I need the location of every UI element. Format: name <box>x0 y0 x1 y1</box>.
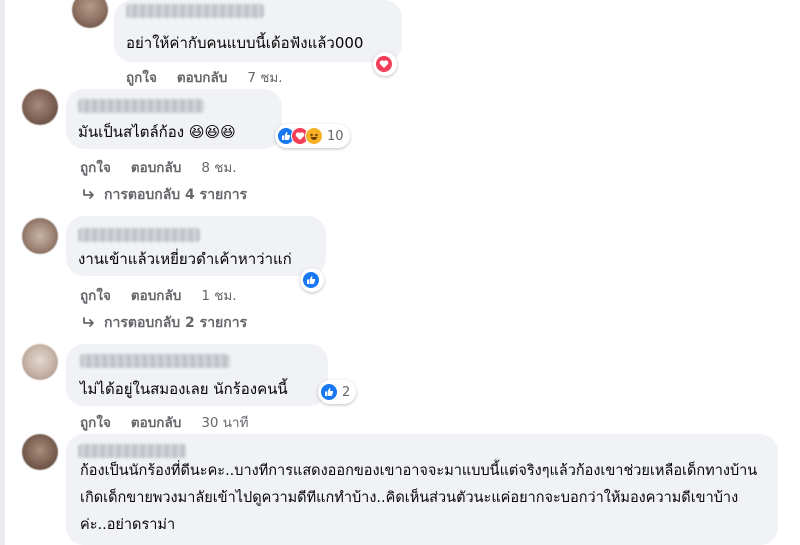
reaction-summary[interactable]: 2 <box>318 380 357 404</box>
comment-actions: ถูกใจ ตอบกลับ 8 ชม. <box>80 156 237 178</box>
reaction-count: 10 <box>327 128 344 144</box>
love-icon <box>375 55 393 73</box>
reply-button[interactable]: ตอบกลับ <box>131 411 181 433</box>
commenter-name-blurred[interactable] <box>126 4 264 18</box>
avatar[interactable] <box>22 434 58 470</box>
avatar[interactable] <box>22 218 58 254</box>
comment-timestamp[interactable]: 30 นาที <box>201 411 248 433</box>
reaction-count: 2 <box>342 384 351 400</box>
like-button[interactable]: ถูกใจ <box>80 411 111 433</box>
comment-text: งานเข้าแล้วเหยี่ยวดำเค้าหาว่าแก่ <box>78 250 292 268</box>
comment-actions: ถูกใจ ตอบกลับ 30 นาที <box>80 411 249 433</box>
view-replies-link[interactable]: การตอบกลับ 4 รายการ <box>82 184 247 206</box>
comment-timestamp[interactable]: 7 ชม. <box>247 66 282 88</box>
reply-button[interactable]: ตอบกลับ <box>131 156 181 178</box>
comment-timestamp[interactable]: 8 ชม. <box>201 156 236 178</box>
avatar[interactable] <box>72 0 108 28</box>
reply-arrow-icon <box>83 189 94 199</box>
replies-label: การตอบกลับ 4 รายการ <box>104 187 248 203</box>
comment-text: ก้องเป็นนักร้องที่ดีนะคะ..บางทีการแสดงออ… <box>80 463 758 533</box>
avatar[interactable] <box>22 89 58 125</box>
reaction-summary[interactable] <box>373 52 397 76</box>
page-edge <box>0 0 5 545</box>
comment-timestamp[interactable]: 1 ชม. <box>201 284 236 306</box>
like-button[interactable]: ถูกใจ <box>126 66 157 88</box>
like-icon <box>320 383 338 401</box>
commenter-name-blurred[interactable] <box>78 99 204 113</box>
like-icon <box>302 271 320 289</box>
commenter-name-blurred[interactable] <box>80 354 230 368</box>
reaction-summary[interactable] <box>300 268 324 292</box>
reply-button[interactable]: ตอบกลับ <box>131 284 181 306</box>
comment-text: อย่าให้ค่ากับคนแบบนี้เด้อฟังแล้ว000 <box>126 34 364 52</box>
reply-arrow-icon <box>83 317 94 327</box>
like-button[interactable]: ถูกใจ <box>80 284 111 306</box>
comment-actions: ถูกใจ ตอบกลับ 7 ชม. <box>126 66 283 88</box>
avatar[interactable] <box>22 344 58 380</box>
commenter-name-blurred[interactable] <box>78 228 200 242</box>
like-button[interactable]: ถูกใจ <box>80 156 111 178</box>
comment-actions: ถูกใจ ตอบกลับ 1 ชม. <box>80 284 237 306</box>
commenter-name-blurred[interactable] <box>78 444 186 458</box>
reply-button[interactable]: ตอบกลับ <box>177 66 227 88</box>
haha-icon <box>305 127 323 145</box>
replies-label: การตอบกลับ 2 รายการ <box>104 315 248 331</box>
view-replies-link[interactable]: การตอบกลับ 2 รายการ <box>82 312 247 334</box>
reaction-summary[interactable]: 10 <box>275 124 350 148</box>
comment-text: ไม่ได้อยู่ในสมองเลย นักร้องคนนี้ <box>80 380 288 398</box>
comment-text: มันเป็นสไตล์ก้อง 😆😆😆 <box>78 123 236 141</box>
